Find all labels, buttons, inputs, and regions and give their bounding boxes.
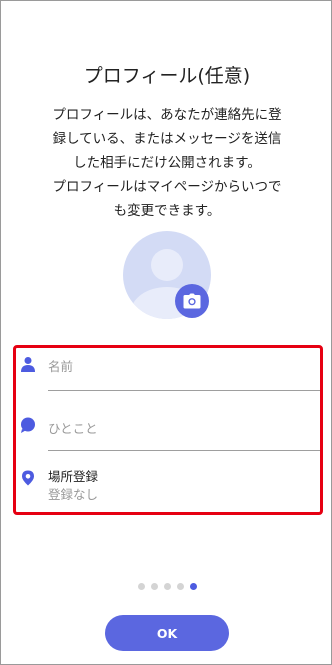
page-dot	[163, 583, 171, 590]
name-input[interactable]: 名前	[48, 356, 73, 375]
profile-description: プロフィールは、あなたが連絡先に登 録している、またはメッセージを送信 した相手…	[52, 107, 282, 219]
page-dot	[137, 583, 145, 590]
page-indicator	[1, 583, 332, 593]
profile-form: 名前 ひとこと 場所登録 登録なし	[13, 345, 323, 515]
name-underline	[48, 390, 320, 391]
person-icon	[21, 357, 35, 372]
location-field[interactable]: 場所登録 登録なし	[16, 454, 320, 512]
page-dot	[150, 583, 158, 590]
comment-field[interactable]: ひとこと	[16, 400, 320, 452]
page-dot	[176, 583, 184, 590]
location-pin-icon	[22, 470, 34, 486]
speech-bubble-icon	[21, 417, 35, 433]
location-label: 場所登録	[48, 469, 99, 484]
page-title: プロフィール(任意)	[83, 65, 251, 87]
page-dot-active	[189, 583, 197, 590]
ok-button[interactable]: OK	[105, 615, 229, 651]
camera-icon	[183, 293, 201, 309]
screen: プロフィール(任意) プロフィールは、あなたが連絡先に登 録している、またはメッ…	[0, 0, 332, 665]
comment-underline	[48, 450, 320, 451]
comment-input[interactable]: ひとこと	[48, 418, 98, 437]
camera-button[interactable]	[175, 284, 209, 318]
name-field[interactable]: 名前	[16, 348, 320, 398]
location-value: 登録なし	[48, 487, 99, 502]
